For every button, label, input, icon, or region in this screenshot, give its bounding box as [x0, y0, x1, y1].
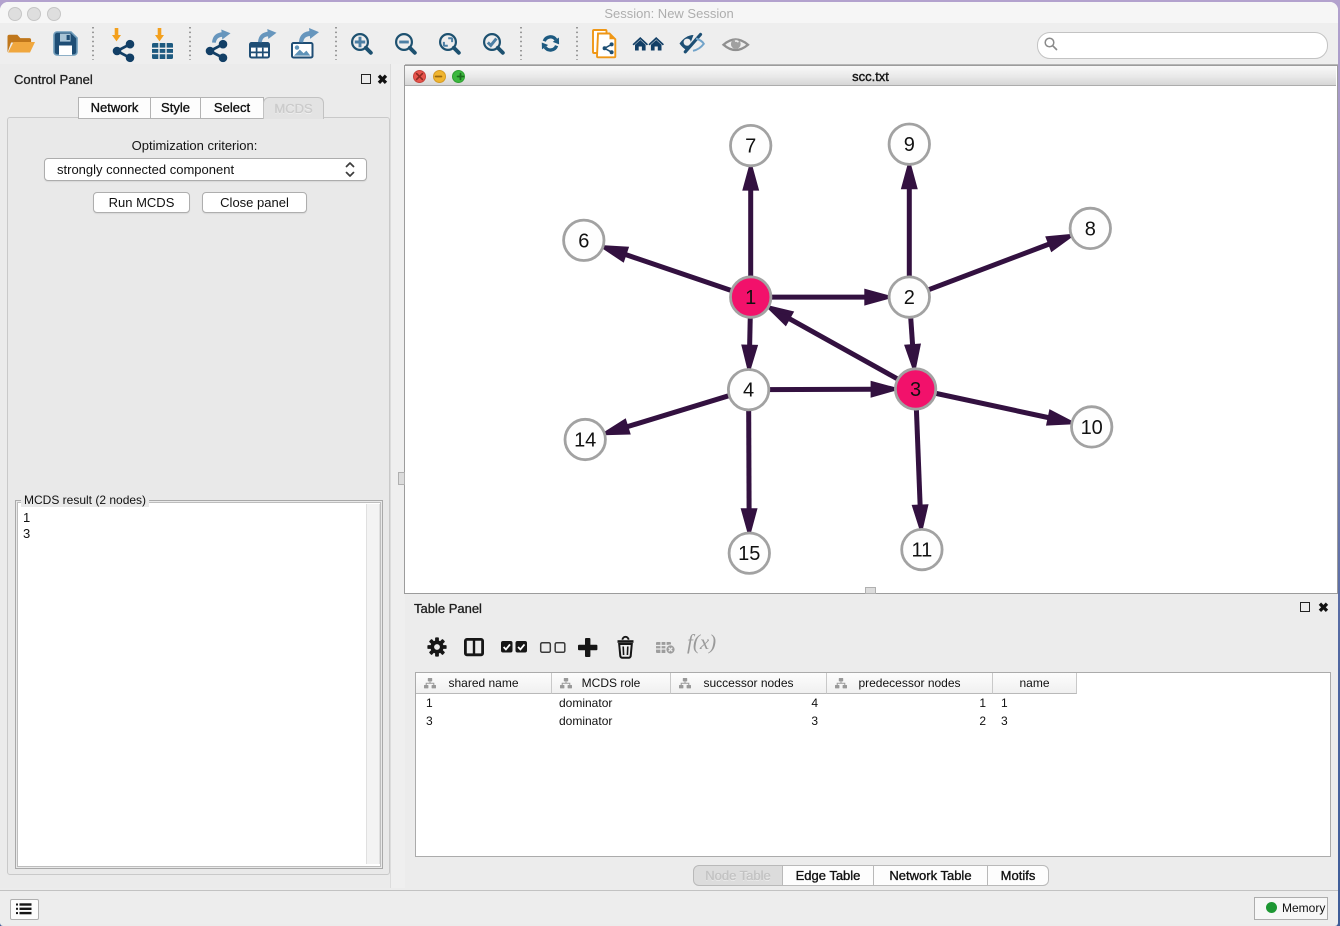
svg-text:7: 7: [745, 136, 756, 158]
svg-text:3: 3: [910, 379, 921, 401]
svg-text:11: 11: [912, 540, 933, 562]
svg-text:2: 2: [904, 287, 915, 309]
svg-text:14: 14: [574, 430, 596, 452]
svg-text:10: 10: [1081, 417, 1103, 439]
svg-text:1: 1: [745, 287, 756, 309]
svg-text:15: 15: [738, 543, 760, 565]
svg-text:9: 9: [904, 134, 915, 156]
svg-text:4: 4: [743, 380, 754, 402]
svg-text:6: 6: [578, 230, 589, 252]
svg-text:8: 8: [1085, 218, 1096, 240]
